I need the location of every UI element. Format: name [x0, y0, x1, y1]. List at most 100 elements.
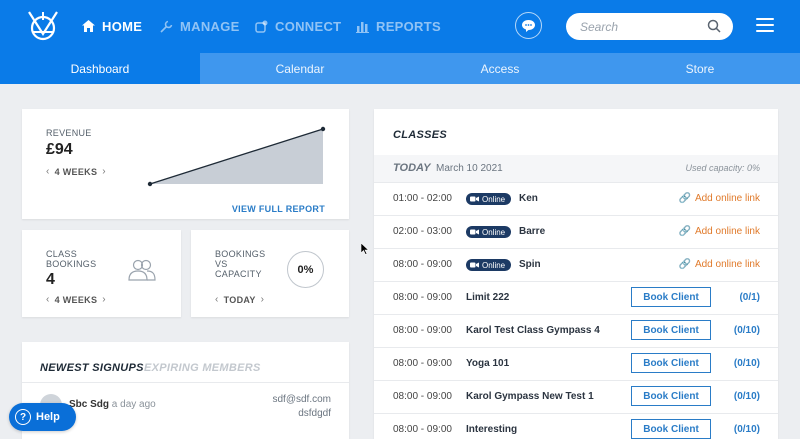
- signup-extra: dsfdgdf: [298, 408, 331, 419]
- class-time: 08:00 - 09:00: [393, 358, 452, 369]
- cursor-icon: [361, 243, 369, 255]
- class-bookings-period: 4 WEEKS: [54, 294, 98, 305]
- classes-title: CLASSES: [393, 129, 448, 141]
- capacity-gauge: 0%: [287, 251, 324, 288]
- booking-count: (0/10): [733, 391, 760, 402]
- tab-dashboard[interactable]: Dashboard: [0, 53, 200, 84]
- add-online-link-button[interactable]: 🔗 Add online link: [679, 226, 761, 237]
- class-row[interactable]: 08:00 - 09:00 Yoga 101 Book Client (0/10…: [374, 347, 778, 380]
- signup-name: Sbc Sdg: [69, 399, 110, 410]
- logo-icon[interactable]: [24, 8, 62, 46]
- link-icon: 🔗: [678, 193, 691, 204]
- signup-details: sdf@sdf.com dsfdgdf: [272, 393, 331, 421]
- revenue-card: REVENUE £94 ‹ 4 WEEKS › VIEW FULL REPORT: [22, 109, 349, 219]
- link-icon: 🔗: [678, 259, 691, 270]
- revenue-period-selector[interactable]: ‹ 4 WEEKS ›: [46, 166, 106, 177]
- bookings-capacity-period: TODAY: [223, 294, 256, 305]
- class-time: 08:00 - 09:00: [393, 292, 452, 303]
- class-time: 08:00 - 09:00: [393, 424, 452, 435]
- nav-manage[interactable]: MANAGE: [160, 18, 240, 34]
- class-name: Yoga 101: [466, 358, 510, 369]
- class-row[interactable]: 01:00 - 02:00 Online Ken 🔗 Add online lin…: [374, 182, 778, 215]
- class-time: 02:00 - 03:00: [393, 226, 452, 237]
- add-online-link-button[interactable]: 🔗 Add online link: [679, 259, 761, 270]
- tab-calendar[interactable]: Calendar: [200, 53, 400, 84]
- online-badge: Online: [466, 259, 512, 271]
- class-row[interactable]: 02:00 - 03:00 Online Barre 🔗 Add online l…: [374, 215, 778, 248]
- hamburger-menu-icon[interactable]: [756, 18, 774, 32]
- wrench-icon: [160, 20, 173, 33]
- nav-connect[interactable]: CONNECT: [255, 18, 341, 34]
- class-time: 01:00 - 02:00: [393, 193, 452, 204]
- chart-icon: [356, 21, 369, 33]
- search-icon[interactable]: [707, 19, 721, 33]
- today-label: TODAY: [393, 162, 431, 174]
- booking-count: (0/10): [733, 424, 760, 435]
- connect-icon: [255, 20, 268, 33]
- chevron-left-icon[interactable]: ‹: [46, 294, 50, 305]
- help-label: Help: [36, 411, 60, 423]
- online-badge: Online: [466, 193, 512, 205]
- class-row[interactable]: 08:00 - 09:00 Interesting Book Client (0…: [374, 413, 778, 439]
- chevron-right-icon[interactable]: ›: [102, 294, 106, 305]
- bookings-capacity-card: BOOKINGS VS CAPACITY 0% ‹ TODAY ›: [191, 230, 349, 317]
- sub-navigation-tabs: Dashboard Calendar Access Store: [0, 53, 800, 84]
- home-icon: [82, 20, 95, 32]
- class-row[interactable]: 08:00 - 09:00 Karol Test Class Gympass 4…: [374, 314, 778, 347]
- search-input[interactable]: [580, 18, 700, 35]
- book-client-button[interactable]: Book Client: [631, 386, 711, 406]
- signup-list-item[interactable]: Sbc Sdg a day ago: [69, 399, 156, 410]
- class-row[interactable]: 08:00 - 09:00 Karol Gympass New Test 1 B…: [374, 380, 778, 413]
- tab-expiring-members[interactable]: EXPIRING MEMBERS: [144, 362, 261, 374]
- chevron-right-icon[interactable]: ›: [102, 166, 106, 177]
- question-icon: ?: [15, 409, 31, 425]
- revenue-value: £94: [46, 141, 73, 158]
- book-client-button[interactable]: Book Client: [631, 419, 711, 439]
- divider: [22, 382, 349, 383]
- class-name: Ken: [519, 193, 538, 204]
- nav-reports[interactable]: REPORTS: [356, 18, 441, 34]
- search-box: [566, 13, 733, 40]
- revenue-trend-chart: [147, 126, 326, 187]
- booking-count: (0/10): [733, 358, 760, 369]
- help-button[interactable]: ? Help: [9, 403, 76, 431]
- revenue-label: REVENUE: [46, 128, 92, 138]
- classes-card: CLASSES TODAY March 10 2021 Used capacit…: [374, 109, 778, 439]
- bookings-capacity-label: BOOKINGS VS CAPACITY: [215, 249, 266, 279]
- book-client-button[interactable]: Book Client: [631, 320, 711, 340]
- users-icon: [128, 259, 156, 281]
- video-camera-icon: [470, 262, 479, 268]
- class-row[interactable]: 08:00 - 09:00 Limit 222 Book Client (0/1…: [374, 281, 778, 314]
- booking-count: (0/10): [733, 325, 760, 336]
- class-name: Karol Test Class Gympass 4: [466, 325, 600, 336]
- signup-time: a day ago: [111, 399, 156, 410]
- add-online-link-button[interactable]: 🔗 Add online link: [679, 193, 761, 204]
- class-bookings-label: CLASS BOOKINGS: [46, 249, 97, 269]
- nav-reports-label: REPORTS: [376, 18, 441, 34]
- chevron-left-icon[interactable]: ‹: [46, 166, 50, 177]
- today-date: March 10 2021: [436, 163, 503, 174]
- book-client-button[interactable]: Book Client: [631, 353, 711, 373]
- bookings-capacity-period-selector[interactable]: ‹ TODAY ›: [215, 294, 264, 305]
- chat-bubble-icon: [522, 19, 535, 32]
- tab-newest-signups[interactable]: NEWEST SIGNUPS: [40, 362, 144, 374]
- class-time: 08:00 - 09:00: [393, 259, 452, 270]
- class-name: Barre: [519, 226, 546, 237]
- chevron-left-icon[interactable]: ‹: [215, 294, 219, 305]
- book-client-button[interactable]: Book Client: [631, 287, 711, 307]
- tab-store[interactable]: Store: [600, 53, 800, 84]
- view-full-report-link[interactable]: VIEW FULL REPORT: [232, 204, 325, 214]
- class-bookings-card: CLASS BOOKINGS 4 ‹ 4 WEEKS ›: [22, 230, 181, 317]
- chevron-right-icon[interactable]: ›: [261, 294, 265, 305]
- video-camera-icon: [470, 229, 479, 235]
- top-navigation-bar: HOME MANAGE CONNECT REPORTS: [0, 0, 800, 53]
- class-bookings-period-selector[interactable]: ‹ 4 WEEKS ›: [46, 294, 106, 305]
- nav-home[interactable]: HOME: [82, 18, 142, 34]
- chat-button[interactable]: [515, 12, 542, 39]
- signup-email: sdf@sdf.com: [272, 394, 331, 405]
- class-name: Karol Gympass New Test 1: [466, 391, 594, 402]
- used-capacity: Used capacity: 0%: [685, 163, 760, 173]
- nav-manage-label: MANAGE: [180, 18, 240, 34]
- tab-access[interactable]: Access: [400, 53, 600, 84]
- class-row[interactable]: 08:00 - 09:00 Online Spin 🔗 Add online li…: [374, 248, 778, 281]
